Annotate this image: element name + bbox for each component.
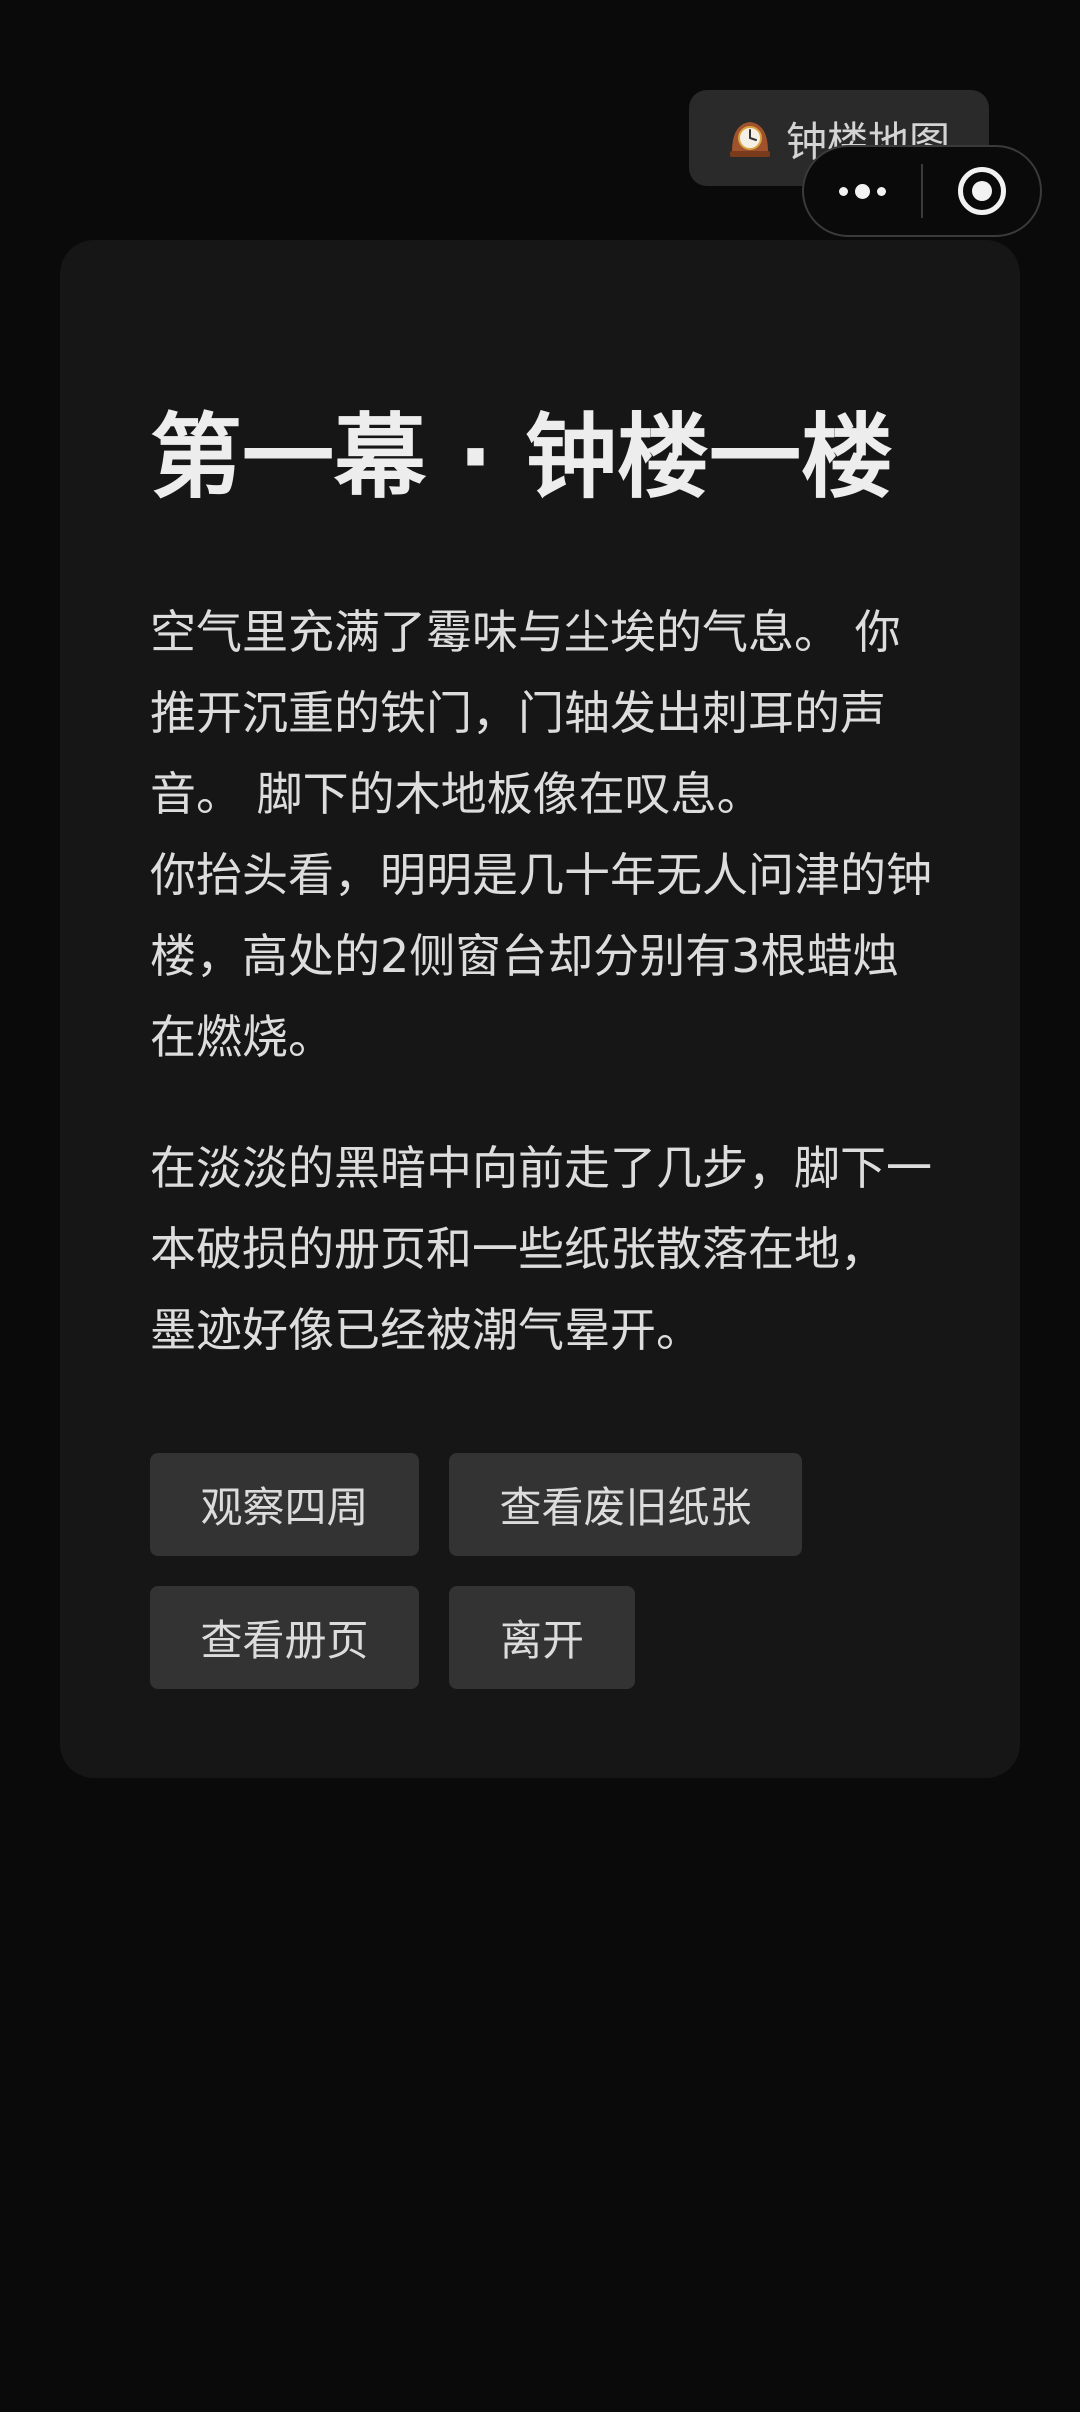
close-button[interactable]: [923, 147, 1040, 235]
target-circle-icon: [957, 167, 1006, 215]
more-button[interactable]: [804, 147, 921, 235]
choice-button-observe[interactable]: 观察四周: [150, 1453, 419, 1556]
choice-label: 查看废旧纸张: [499, 1483, 752, 1532]
more-dots-icon: [839, 183, 886, 199]
scene-title: 第一幕 · 钟楼一楼: [150, 404, 894, 511]
game-screen: 钟楼地图 第一幕 · 钟楼一楼 空气里充满了霉味与尘埃的气息。 你推开沉重的铁门…: [0, 0, 1080, 2412]
mantelpiece-clock-icon: [728, 116, 772, 160]
scene-paragraph-2: 在淡淡的黑暗中向前走了几步，脚下一本破损的册页和一些纸张散落在地， 墨迹好像已经…: [150, 1128, 940, 1371]
mini-program-capsule: [802, 145, 1042, 237]
choice-label: 查看册页: [200, 1616, 369, 1665]
scene-paragraph-1-text: 空气里充满了霉味与尘埃的气息。 你推开沉重的铁门，门轴发出刺耳的声音。 脚下的木…: [150, 605, 932, 1064]
choice-label: 离开: [499, 1616, 584, 1665]
scene-paragraph-2-text: 在淡淡的黑暗中向前走了几步，脚下一本破损的册页和一些纸张散落在地， 墨迹好像已经…: [150, 1141, 932, 1357]
choice-button-leave[interactable]: 离开: [449, 1586, 635, 1689]
choice-button-check-booklet[interactable]: 查看册页: [150, 1586, 419, 1689]
scene-paragraph-1: 空气里充满了霉味与尘埃的气息。 你推开沉重的铁门，门轴发出刺耳的声音。 脚下的木…: [150, 592, 940, 1078]
choice-button-check-papers[interactable]: 查看废旧纸张: [449, 1453, 802, 1556]
choice-label: 观察四周: [200, 1483, 369, 1532]
